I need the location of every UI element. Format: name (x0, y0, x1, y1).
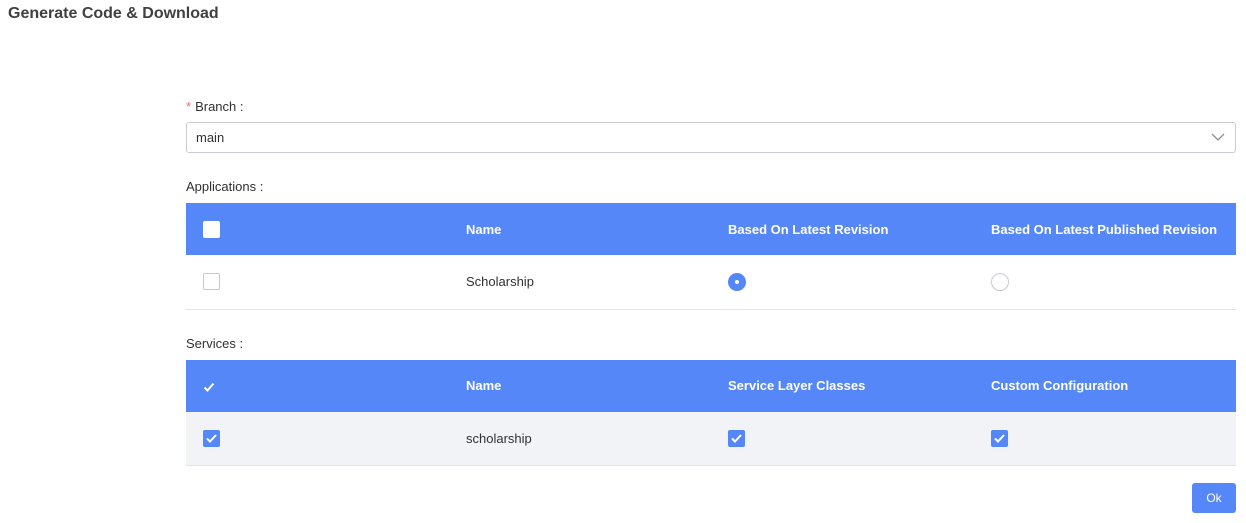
services-header-row: Name Service Layer Classes Custom Config… (186, 359, 1236, 412)
service-layer-classes-checkbox[interactable] (728, 429, 745, 447)
branch-select-value: main (196, 130, 225, 145)
service-layer-classes-cell (728, 411, 991, 466)
chevron-down-icon (1211, 133, 1225, 141)
service-name: scholarship (466, 411, 728, 466)
applications-col-name: Name (466, 203, 728, 255)
check-icon (731, 434, 742, 443)
applications-header-row: Name Based On Latest Revision Based On L… (186, 203, 1236, 255)
latest-published-revision-radio[interactable] (991, 272, 1009, 291)
row-checkbox[interactable] (203, 429, 220, 447)
services-select-all-cell (186, 359, 466, 412)
services-label: Services : (186, 335, 244, 351)
applications-col-latest-revision: Based On Latest Revision (728, 203, 991, 255)
row-select-cell (186, 255, 466, 310)
select-all-check-icon[interactable] (203, 381, 215, 393)
check-icon (206, 434, 217, 443)
applications-select-all-cell (186, 203, 466, 255)
branch-label: * Branch : (186, 99, 1236, 115)
table-row: scholarship (186, 411, 1236, 466)
table-row: Scholarship (186, 255, 1236, 310)
ok-button[interactable]: Ok (1192, 483, 1236, 513)
generate-form: * Branch : main Applications : Name Based… (186, 99, 1236, 466)
branch-label-text: Branch : (195, 99, 244, 114)
application-name: Scholarship (466, 255, 728, 310)
services-col-custom-configuration: Custom Configuration (991, 359, 1236, 412)
custom-configuration-checkbox[interactable] (991, 429, 1008, 447)
services-table: Name Service Layer Classes Custom Config… (186, 359, 1236, 466)
applications-select-all-checkbox[interactable] (203, 220, 220, 238)
required-mark: * (186, 99, 192, 114)
check-icon (994, 434, 1005, 443)
latest-revision-cell (728, 255, 991, 310)
branch-select[interactable]: main (186, 122, 1236, 153)
latest-published-revision-cell (991, 255, 1236, 310)
services-col-service-layer-classes: Service Layer Classes (728, 359, 991, 412)
latest-revision-radio[interactable] (728, 272, 746, 291)
custom-configuration-cell (991, 411, 1236, 466)
row-select-cell (186, 411, 466, 466)
page-title: Generate Code & Download (8, 5, 219, 22)
applications-label: Applications : (186, 179, 264, 194)
applications-col-latest-published-revision: Based On Latest Published Revision (991, 203, 1236, 255)
services-col-name: Name (466, 359, 728, 412)
row-checkbox[interactable] (203, 273, 220, 291)
applications-table: Name Based On Latest Revision Based On L… (186, 203, 1236, 310)
